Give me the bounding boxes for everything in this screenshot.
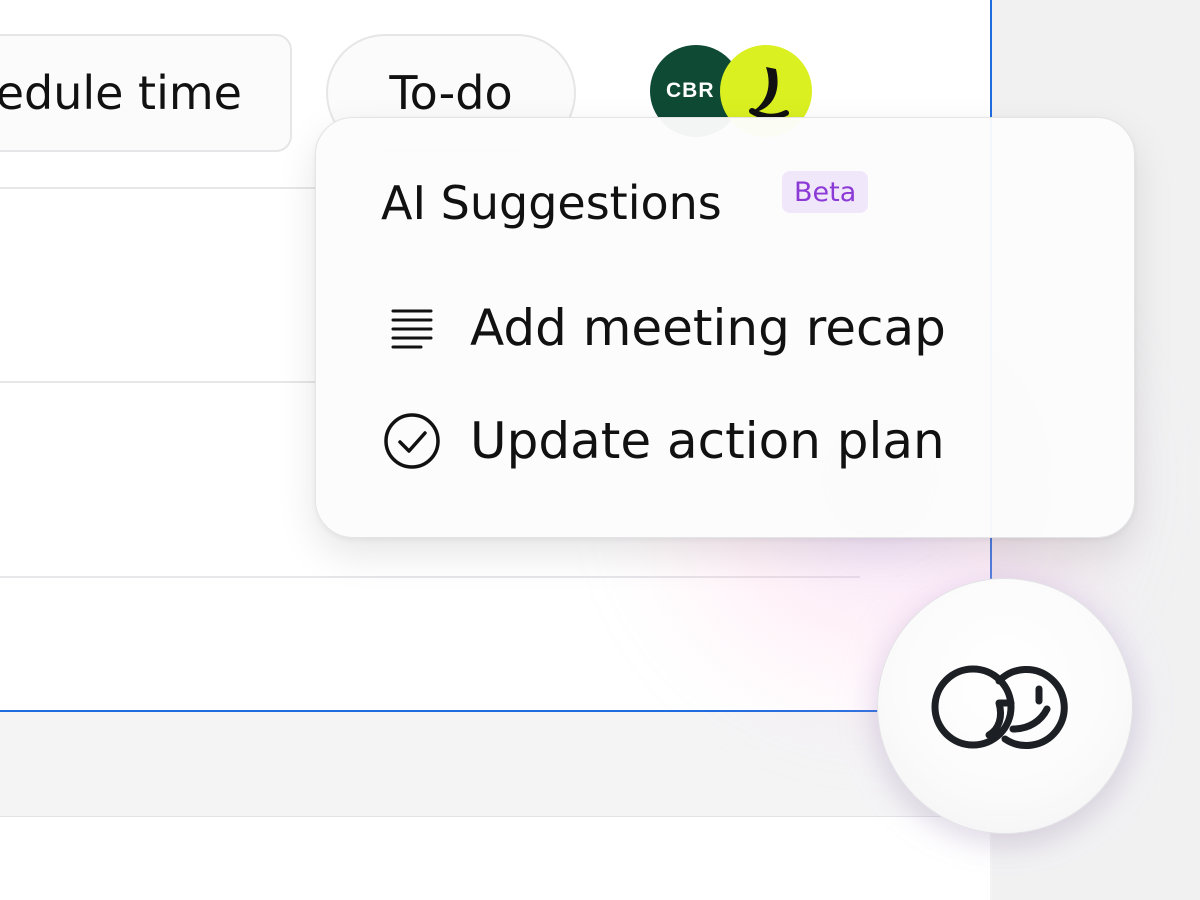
beta-badge: Beta	[782, 171, 869, 213]
suggestion-label: Update action plan	[470, 412, 945, 470]
suggestion-update-action-plan[interactable]: Update action plan	[382, 406, 945, 476]
row-divider	[0, 187, 320, 189]
lines-icon	[382, 298, 442, 358]
todo-label: To-do	[389, 66, 513, 120]
assistant-button[interactable]	[877, 578, 1133, 834]
row-divider	[0, 381, 320, 383]
check-circle-icon	[382, 411, 442, 471]
assistant-logo-icon	[931, 665, 1068, 749]
suggestion-label: Add meeting recap	[470, 299, 946, 357]
schedule-time-button[interactable]: edule time	[0, 34, 292, 152]
suggestion-add-meeting-recap[interactable]: Add meeting recap	[382, 293, 946, 363]
avatar-initials: CBR	[666, 79, 715, 102]
popup-title: AI Suggestions	[381, 176, 722, 230]
ai-suggestions-popup: AI Suggestions Beta Add meeting recap Up…	[315, 117, 1135, 538]
schedule-time-label: edule time	[0, 66, 242, 120]
bottom-area	[0, 817, 990, 900]
app-stage: edule time To-do CBR AI Suggestions Beta	[0, 0, 1200, 900]
